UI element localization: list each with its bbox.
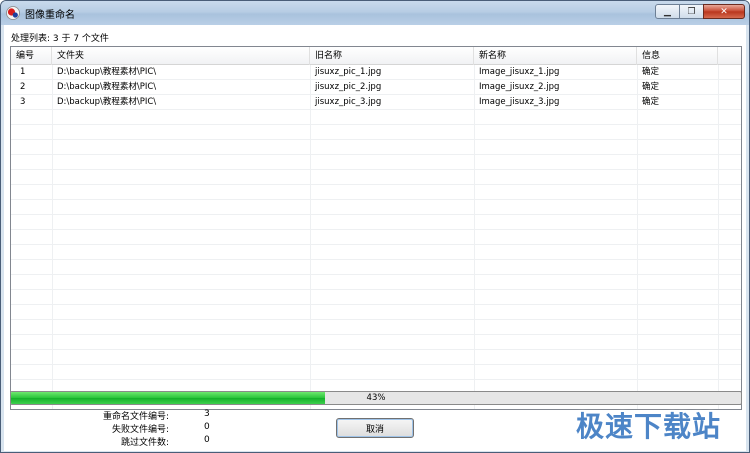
close-icon: ✕: [720, 6, 728, 17]
column-header-folder[interactable]: 文件夹: [52, 47, 310, 65]
empty-row: [11, 305, 741, 320]
app-icon: [6, 6, 20, 20]
empty-row: [11, 215, 741, 230]
cell-old-name: jisuxz_pic_1.jpg: [315, 67, 382, 77]
empty-row: [11, 185, 741, 200]
cell-new-name: Image_jisuxz_3.jpg: [479, 97, 560, 107]
cell-folder: D:\backup\教程素材\PIC\: [57, 82, 157, 92]
list-header: 编号 文件夹 旧名称 新名称 信息: [11, 47, 741, 65]
window-title: 图像重命名: [25, 10, 75, 21]
empty-row: [11, 200, 741, 215]
empty-row: [11, 290, 741, 305]
renamed-count-value: 3: [204, 409, 210, 419]
cell-info: 确定: [642, 67, 660, 77]
progress-text: 43%: [366, 393, 386, 403]
minimize-icon: ▁: [664, 6, 671, 17]
empty-row: [11, 350, 741, 365]
close-button[interactable]: ✕: [703, 4, 745, 19]
skipped-count-value: 0: [204, 435, 210, 445]
watermark-logo: 极速下载站: [576, 410, 722, 443]
empty-row: [11, 275, 741, 290]
minimize-button[interactable]: ▁: [655, 4, 680, 19]
cell-number: 1: [20, 67, 26, 77]
title-bar[interactable]: 图像重命名 ▁ ❐ ✕: [1, 1, 749, 25]
failed-count-label: 失败文件编号:: [111, 425, 169, 435]
table-row[interactable]: 2 D:\backup\教程素材\PIC\ jisuxz_pic_2.jpg Imag…: [11, 80, 741, 95]
empty-row: [11, 335, 741, 350]
restore-icon: ❐: [687, 6, 696, 17]
column-header-number[interactable]: 编号: [11, 47, 52, 65]
empty-row: [11, 260, 741, 275]
empty-row: [11, 320, 741, 335]
list-caption: 处理列表: 3 于 7 个文件: [11, 34, 109, 44]
column-header-info[interactable]: 信息: [637, 47, 718, 65]
empty-row: [11, 245, 741, 260]
progress-bar: 43%: [10, 391, 742, 405]
app-window: 图像重命名 ▁ ❐ ✕ 处理列表: 3 于 7 个文件 编号 文件夹 旧名称 新…: [0, 0, 750, 453]
failed-count-value: 0: [204, 422, 210, 432]
empty-row: [11, 140, 741, 155]
empty-row: [11, 125, 741, 140]
cell-new-name: Image_jisuxz_2.jpg: [479, 82, 560, 92]
cell-folder: D:\backup\教程素材\PIC\: [57, 97, 157, 107]
cell-number: 2: [20, 82, 26, 92]
cell-new-name: Image_jisuxz_1.jpg: [479, 67, 560, 77]
file-list[interactable]: 编号 文件夹 旧名称 新名称 信息 1 D:\backup\教程素材\PIC\ ji…: [10, 46, 742, 410]
empty-row: [11, 230, 741, 245]
empty-row: [11, 110, 741, 125]
cell-number: 3: [20, 97, 26, 107]
renamed-count-label: 重命名文件编号:: [102, 412, 169, 422]
cell-old-name: jisuxz_pic_2.jpg: [315, 82, 382, 92]
empty-row: [11, 170, 741, 185]
cell-old-name: jisuxz_pic_3.jpg: [315, 97, 382, 107]
cell-info: 确定: [642, 82, 660, 92]
client-area: 处理列表: 3 于 7 个文件 编号 文件夹 旧名称 新名称 信息 1 D:\ba…: [4, 25, 746, 451]
skipped-count-label: 跳过文件数:: [120, 438, 169, 448]
table-row[interactable]: 1 D:\backup\教程素材\PIC\ jisuxz_pic_1.jpg Imag…: [11, 65, 741, 80]
empty-row: [11, 155, 741, 170]
maximize-button[interactable]: ❐: [679, 4, 704, 19]
column-header-old-name[interactable]: 旧名称: [310, 47, 474, 65]
cancel-button[interactable]: 取消: [336, 418, 414, 438]
cell-info: 确定: [642, 97, 660, 107]
cell-folder: D:\backup\教程素材\PIC\: [57, 67, 157, 77]
table-row[interactable]: 3 D:\backup\教程素材\PIC\ jisuxz_pic_3.jpg Imag…: [11, 95, 741, 110]
column-header-new-name[interactable]: 新名称: [474, 47, 637, 65]
empty-row: [11, 365, 741, 380]
